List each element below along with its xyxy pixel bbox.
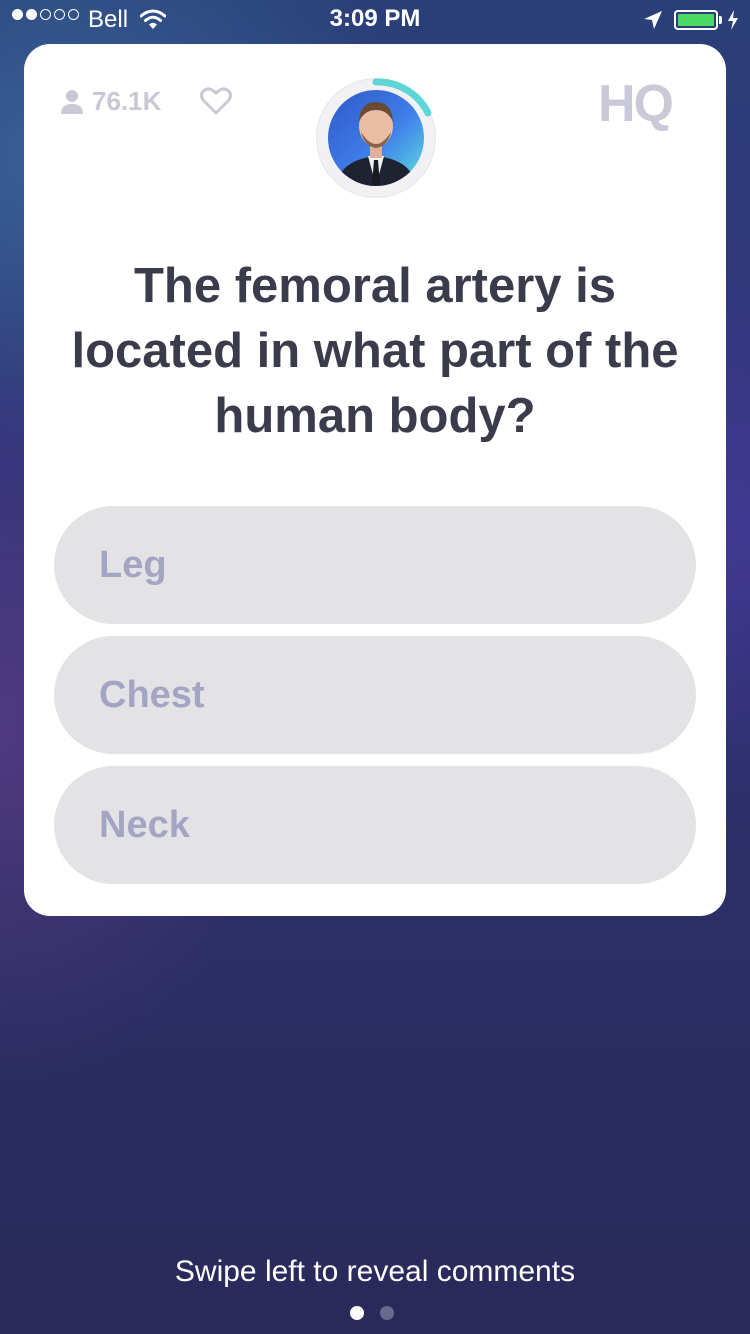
host-photo <box>328 90 424 186</box>
heart-icon[interactable] <box>200 87 232 115</box>
page-dot-active <box>350 1306 364 1320</box>
question-card: 76.1K HQ The femoral artery is located i… <box>24 44 726 916</box>
battery-icon <box>674 10 718 30</box>
battery-terminal <box>719 16 722 24</box>
status-time: 3:09 PM <box>329 5 421 32</box>
answer-list: Leg Chest Neck <box>54 506 696 896</box>
hq-logo: HQ <box>598 75 674 133</box>
status-bar: Bell 3:09 PM <box>0 0 750 40</box>
question-text: The femoral artery is located in what pa… <box>71 259 679 443</box>
swipe-hint: Swipe left to reveal comments <box>174 1255 576 1288</box>
host-avatar <box>316 78 436 198</box>
answer-option-leg[interactable]: Leg <box>54 506 696 624</box>
location-arrow-icon <box>644 11 662 29</box>
viewer-count-label: 76.1K <box>92 86 162 116</box>
answer-option-chest[interactable]: Chest <box>54 636 696 754</box>
answer-option-neck[interactable]: Neck <box>54 766 696 884</box>
battery-level <box>678 14 714 26</box>
charging-bolt-icon <box>728 10 738 30</box>
page-indicator[interactable] <box>350 1306 394 1320</box>
viewer-count: 76.1K <box>60 86 161 117</box>
page-dot-inactive <box>380 1306 394 1320</box>
person-icon <box>61 89 83 114</box>
